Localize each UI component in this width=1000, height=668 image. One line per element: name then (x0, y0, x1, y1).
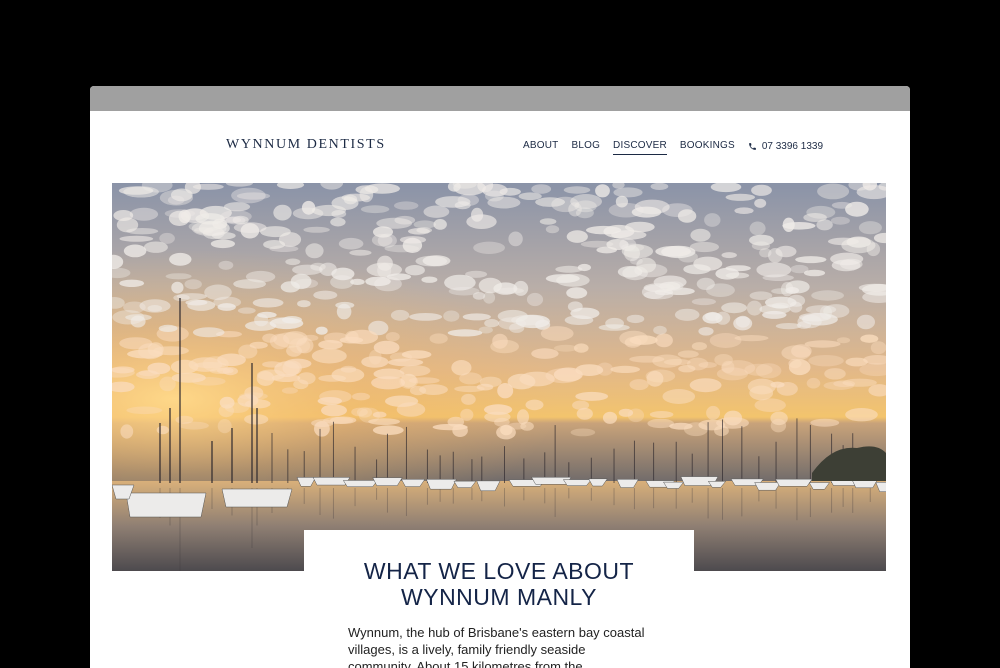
card-title-line1: WHAT WE LOVE ABOUT (363, 558, 635, 584)
intro-card: WHAT WE LOVE ABOUT WYNNUM MANLY Wynnum, … (304, 530, 694, 668)
phone-icon (748, 142, 756, 150)
nav-about[interactable]: ABOUT (523, 140, 558, 155)
nav-phone-link[interactable]: 07 3396 1339 (748, 141, 823, 155)
site-header: WYNNUM DENTISTS ABOUT BLOG DISCOVER BOOK… (90, 111, 910, 183)
nav-discover[interactable]: DISCOVER (613, 140, 667, 155)
browser-title-bar (90, 86, 910, 111)
marina-sunset-photo (112, 183, 886, 571)
browser-window: WYNNUM DENTISTS ABOUT BLOG DISCOVER BOOK… (90, 86, 910, 668)
main-nav: ABOUT BLOG DISCOVER BOOKINGS 07 3396 133… (523, 140, 823, 155)
hero-image (112, 183, 886, 571)
site-logo[interactable]: WYNNUM DENTISTS (226, 137, 386, 153)
phone-number: 07 3396 1339 (761, 140, 824, 152)
nav-bookings[interactable]: BOOKINGS (680, 140, 735, 155)
card-title-line2: WYNNUM MANLY (401, 584, 597, 610)
nav-blog[interactable]: BLOG (571, 140, 600, 155)
card-title: WHAT WE LOVE ABOUT WYNNUM MANLY (348, 558, 650, 610)
card-body-text: Wynnum, the hub of Brisbane's eastern ba… (348, 625, 645, 668)
